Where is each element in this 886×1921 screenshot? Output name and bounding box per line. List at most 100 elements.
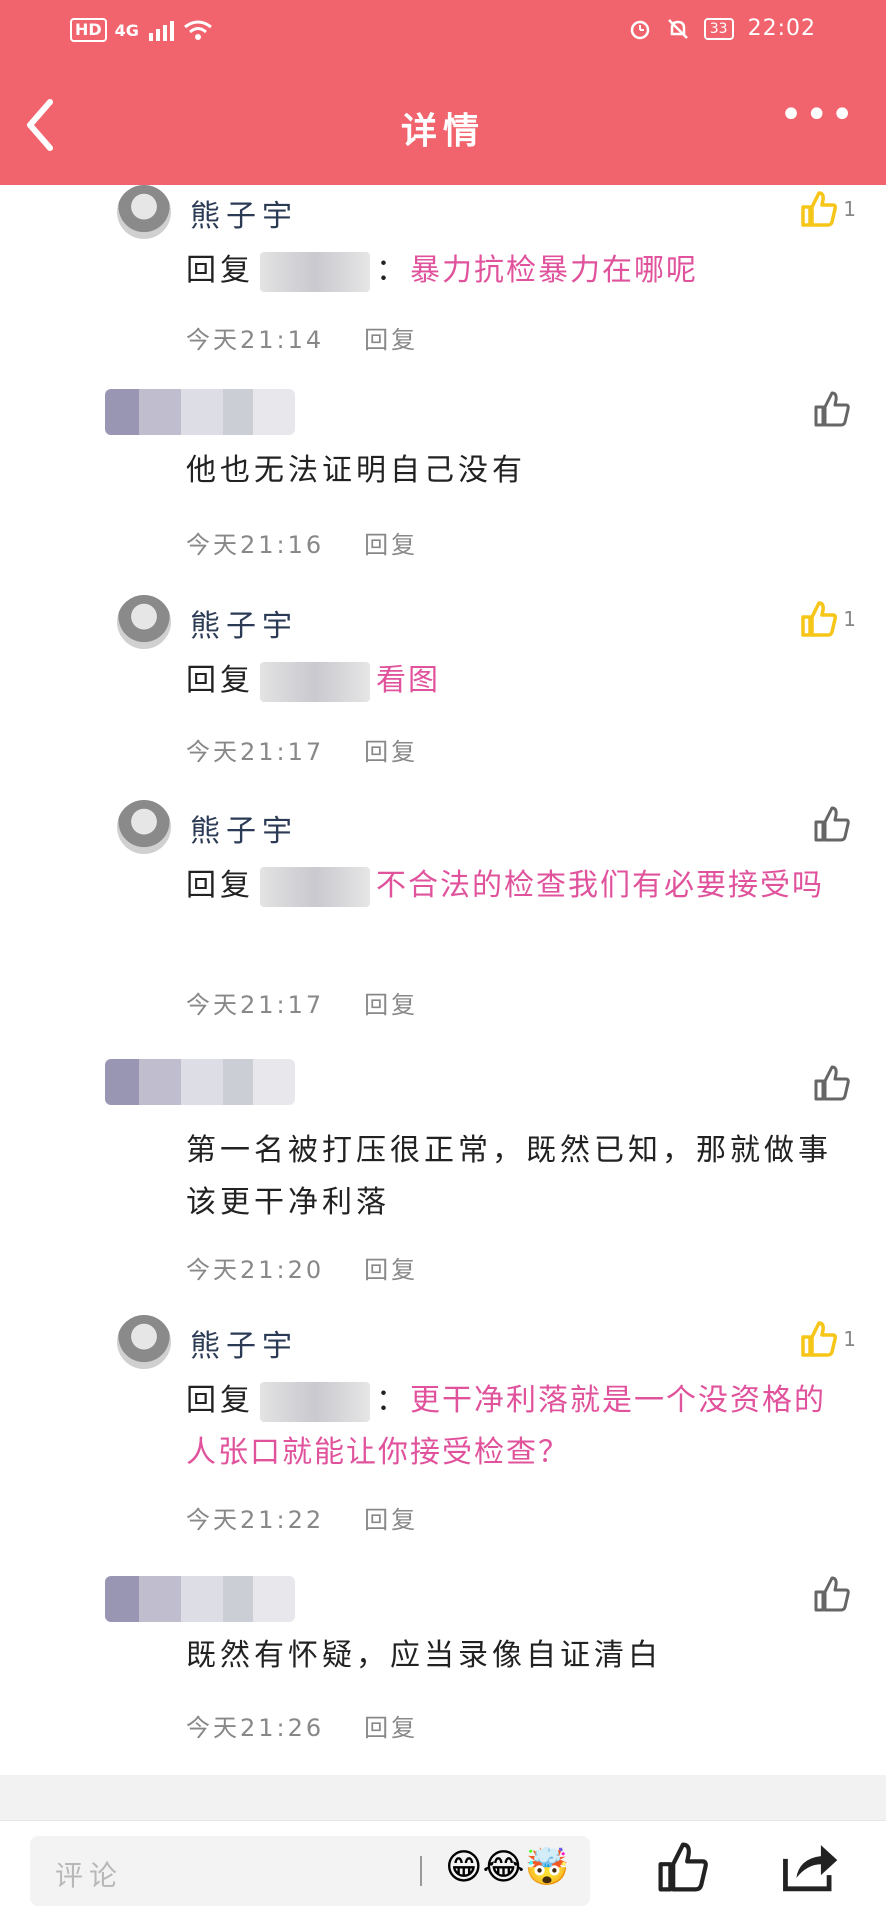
like-count: 1 (843, 607, 856, 631)
commenter-name[interactable]: 熊子宇 (190, 1321, 298, 1365)
reply-prefix: 回复 (186, 1383, 254, 1418)
commenter-name[interactable]: 熊子宇 (190, 601, 298, 645)
status-right: 33 22:02 (628, 16, 816, 41)
bottom-like-icon[interactable] (655, 1839, 711, 1895)
thumbs-up-icon (814, 391, 850, 427)
comment-time: 今天21:20 (186, 1256, 325, 1284)
status-left: HD 4G (70, 18, 213, 42)
nav-bar: 详情 ••• (0, 70, 886, 185)
like-count: 1 (843, 1327, 856, 1351)
share-icon[interactable] (780, 1839, 840, 1895)
comment-meta: 今天21:17 回复 (186, 732, 418, 767)
like-button[interactable]: 1 (799, 1319, 856, 1359)
comment-text: 既然有怀疑，应当录像自证清白 (186, 1638, 662, 1673)
reply-button[interactable]: 回复 (364, 738, 418, 766)
comment-time: 今天21:17 (186, 738, 325, 766)
emoji-button[interactable]: 😁😂🤯 (445, 1846, 569, 1888)
more-options-icon[interactable]: ••• (779, 92, 856, 138)
reply-button[interactable]: 回复 (364, 1256, 418, 1284)
comment-time: 今天21:22 (186, 1506, 325, 1534)
comment-item: 第一名被打压很正常，既然已知，那就做事该更干净利落 今天21:20 回复 (0, 1055, 886, 1305)
blurred-commenter (105, 1576, 295, 1622)
comment-body: 回复 不合法的检查我们有必要接受吗 (186, 860, 856, 912)
avatar[interactable] (117, 595, 171, 649)
comment-body: 回复 看图 (186, 655, 856, 707)
reply-prefix: 回复 (186, 868, 254, 903)
comment-text: 暴力抗检暴力在哪呢 (410, 253, 698, 288)
commenter-name[interactable]: 熊子宇 (190, 191, 298, 235)
top-header: HD 4G 33 22:02 详情 ••• (0, 0, 886, 185)
mute-bell-icon (667, 18, 688, 39)
comment-text: 第一名被打压很正常，既然已知，那就做事该更干净利落 (186, 1133, 832, 1220)
commenter-name[interactable]: 熊子宇 (190, 806, 298, 850)
avatar[interactable] (117, 185, 171, 239)
like-button[interactable] (812, 1574, 856, 1614)
reply-button[interactable]: 回复 (364, 1506, 418, 1534)
comment-body: 他也无法证明自己没有 (186, 445, 856, 497)
like-button[interactable] (812, 804, 856, 844)
comment-meta: 今天21:14 回复 (186, 320, 418, 355)
input-separator (420, 1856, 422, 1886)
thumbs-up-icon (814, 1065, 850, 1101)
reply-button[interactable]: 回复 (364, 531, 418, 559)
blurred-commenter (105, 389, 295, 435)
comment-time: 今天21:26 (186, 1714, 325, 1742)
thumbs-up-icon (801, 191, 838, 227)
reply-button[interactable]: 回复 (364, 1714, 418, 1742)
comment-meta: 今天21:22 回复 (186, 1500, 418, 1535)
comment-list: 熊子宇 回复 ：暴力抗检暴力在哪呢 今天21:14 回复 1 他也无法证明自己没有 … (0, 185, 886, 1775)
comment-time: 今天21:16 (186, 531, 325, 559)
reply-prefix: 回复 (186, 663, 254, 698)
comment-meta: 今天21:26 回复 (186, 1708, 418, 1743)
thumbs-up-icon (801, 601, 838, 637)
comment-input[interactable]: 评论 😁😂🤯 (30, 1836, 590, 1906)
like-button[interactable] (812, 1063, 856, 1103)
comment-item: 他也无法证明自己没有 今天21:16 回复 (0, 385, 886, 590)
clock: 22:02 (747, 16, 816, 41)
battery-icon: 33 (703, 17, 734, 40)
reply-separator: ： (376, 253, 410, 288)
comment-meta: 今天21:16 回复 (186, 525, 418, 560)
comment-body: 回复 ：更干净利落就是一个没资格的人张口就能让你接受检查？ (186, 1375, 856, 1479)
comment-item: 既然有怀疑，应当录像自证清白 今天21:26 回复 (0, 1570, 886, 1770)
like-button[interactable] (812, 389, 856, 429)
blurred-username (260, 251, 370, 292)
comment-item: 熊子宇 回复 不合法的检查我们有必要接受吗 今天21:17 回复 (0, 800, 886, 1050)
comment-time: 今天21:14 (186, 326, 325, 354)
thumbs-up-icon (814, 806, 850, 842)
reply-separator: ： (376, 1383, 410, 1418)
blurred-username (260, 1381, 370, 1422)
wifi-icon (184, 20, 212, 40)
reply-button[interactable]: 回复 (364, 326, 418, 354)
blurred-username (260, 661, 370, 702)
comment-body: 既然有怀疑，应当录像自证清白 (186, 1630, 856, 1682)
like-count: 1 (843, 197, 856, 221)
comment-body: 回复 ：暴力抗检暴力在哪呢 (186, 245, 856, 297)
page-title: 详情 (400, 111, 485, 152)
comment-item: 熊子宇 回复 看图 今天21:17 回复 1 (0, 595, 886, 795)
alarm-icon (630, 20, 650, 39)
hd-badge: HD (70, 18, 107, 42)
bottom-bar: 评论 😁😂🤯 (0, 1820, 886, 1921)
like-button[interactable]: 1 (799, 599, 856, 639)
comment-text: 他也无法证明自己没有 (186, 453, 526, 488)
divider (0, 1775, 886, 1820)
status-bar: HD 4G 33 22:02 (0, 0, 886, 70)
avatar[interactable] (117, 1315, 171, 1369)
comment-meta: 今天21:20 回复 (186, 1250, 418, 1285)
comment-text: 看图 (376, 663, 440, 698)
comment-item: 熊子宇 回复 ：暴力抗检暴力在哪呢 今天21:14 回复 1 (0, 185, 886, 385)
like-button[interactable]: 1 (799, 189, 856, 229)
avatar[interactable] (117, 800, 171, 854)
comment-placeholder: 评论 (55, 1859, 124, 1892)
network-label: 4G (114, 20, 139, 40)
blurred-username (260, 866, 370, 907)
signal-icon (148, 21, 174, 41)
blurred-commenter (105, 1059, 295, 1105)
comment-meta: 今天21:17 回复 (186, 985, 418, 1020)
comment-time: 今天21:17 (186, 991, 325, 1019)
comment-text: 不合法的检查我们有必要接受吗 (376, 868, 824, 903)
reply-button[interactable]: 回复 (364, 991, 418, 1019)
comment-body: 第一名被打压很正常，既然已知，那就做事该更干净利落 (186, 1125, 856, 1229)
comment-item: 熊子宇 回复 ：更干净利落就是一个没资格的人张口就能让你接受检查？ 今天21:22… (0, 1315, 886, 1565)
